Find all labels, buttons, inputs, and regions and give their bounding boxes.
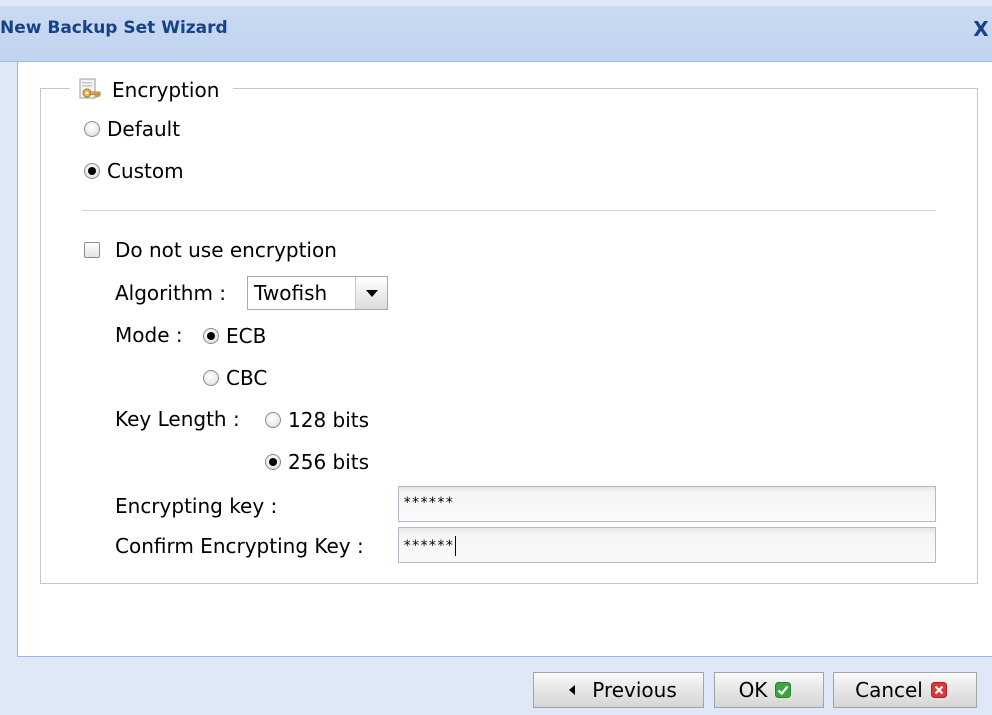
confirm-key-value: ****** [403, 538, 454, 554]
encrypting-key-label: Encrypting key : [115, 494, 278, 518]
mode-label: Mode : [115, 323, 183, 347]
default-label[interactable]: Default [107, 117, 180, 141]
mode-cbc-label[interactable]: CBC [226, 366, 267, 390]
custom-radio[interactable] [84, 163, 100, 179]
confirm-key-input[interactable]: ****** [398, 527, 936, 563]
key-256-label[interactable]: 256 bits [288, 450, 369, 474]
algorithm-select[interactable]: Twofish [247, 276, 388, 310]
previous-button-label: Previous [592, 678, 677, 702]
algorithm-label: Algorithm : [115, 281, 227, 305]
key-icon [79, 78, 101, 99]
default-radio[interactable] [84, 121, 100, 137]
mode-ecb-label[interactable]: ECB [226, 324, 266, 348]
cancel-button[interactable]: Cancel [833, 672, 977, 708]
close-x-icon [930, 682, 947, 698]
algorithm-value: Twofish [254, 281, 328, 305]
confirm-key-label: Confirm Encrypting Key : [115, 534, 364, 558]
window-title: New Backup Set Wizard [0, 18, 228, 38]
no-encryption-label[interactable]: Do not use encryption [115, 238, 337, 262]
key-length-label: Key Length : [115, 407, 240, 431]
no-encryption-checkbox[interactable] [84, 242, 100, 258]
ok-button[interactable]: OK [714, 672, 824, 708]
check-icon [775, 682, 792, 698]
cancel-button-label: Cancel [855, 678, 923, 702]
key-128-label[interactable]: 128 bits [288, 408, 369, 432]
dropdown-arrow-icon[interactable] [355, 277, 387, 309]
separator [82, 210, 936, 211]
key-256-radio[interactable] [265, 454, 281, 470]
close-icon[interactable]: X [970, 18, 992, 40]
arrow-left-icon [568, 684, 576, 696]
title-bar: New Backup Set Wizard X [0, 0, 992, 62]
mode-cbc-radio[interactable] [203, 370, 219, 386]
ok-button-label: OK [738, 678, 768, 702]
key-128-radio[interactable] [265, 412, 281, 428]
custom-label[interactable]: Custom [107, 159, 184, 183]
mode-ecb-radio[interactable] [203, 328, 219, 344]
encryption-legend: Encryption [70, 74, 234, 106]
encrypting-key-input[interactable]: ****** [398, 486, 936, 522]
previous-button[interactable]: Previous [533, 672, 704, 708]
encrypting-key-value: ****** [403, 495, 454, 511]
encryption-legend-label: Encryption [112, 78, 220, 102]
text-caret [454, 536, 456, 556]
